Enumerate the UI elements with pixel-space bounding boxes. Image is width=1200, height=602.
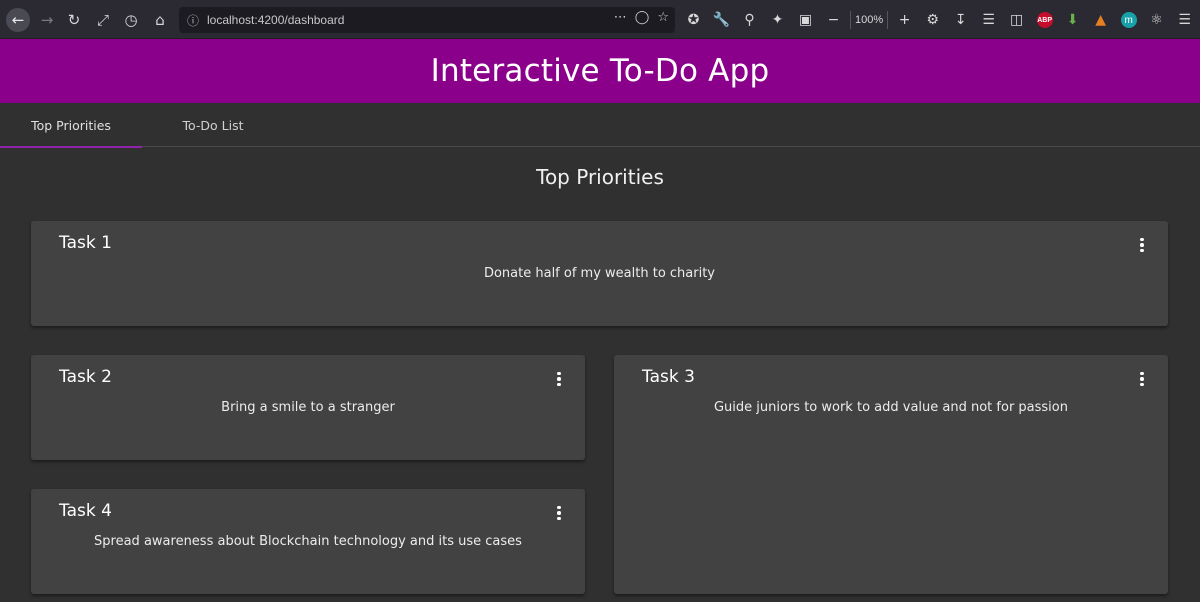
back-arrow-icon[interactable]: ←: [6, 8, 30, 32]
sidebar-icon[interactable]: ◫: [1005, 8, 1028, 32]
search-icon[interactable]: ⚲: [738, 8, 761, 32]
library-icon[interactable]: ☰: [977, 8, 1000, 32]
hamburger-menu-icon[interactable]: ☰: [1173, 8, 1196, 32]
abp-badge: ABP: [1036, 12, 1053, 28]
task-card: Task 2 Bring a smile to a stranger: [31, 355, 585, 460]
task-description: Spread awareness about Blockchain techno…: [94, 534, 522, 549]
task-card: Task 3 Guide juniors to work to add valu…: [614, 355, 1168, 594]
reload-icon[interactable]: ↻: [62, 8, 86, 32]
app-header: Interactive To-Do App: [0, 39, 1200, 103]
expand-icon[interactable]: ⤢: [91, 8, 115, 32]
section-title: Top Priorities: [536, 165, 664, 189]
clock-icon[interactable]: ◷: [119, 8, 143, 32]
more-vert-icon[interactable]: [551, 503, 567, 523]
wrench-icon[interactable]: 🔧: [710, 8, 733, 32]
info-icon[interactable]: ⓘ: [179, 12, 207, 29]
bookmarks-star-icon[interactable]: ✪: [682, 8, 705, 32]
download-icon[interactable]: ↧: [949, 8, 972, 32]
task-title: Task 2: [59, 367, 112, 387]
more-vert-icon[interactable]: [1134, 235, 1150, 255]
task-card: Task 4 Spread awareness about Blockchain…: [31, 489, 585, 594]
fox-extension-icon[interactable]: ▲: [1089, 8, 1112, 32]
zoom-out-icon[interactable]: −: [822, 8, 845, 32]
url-text[interactable]: localhost:4200/dashboard: [207, 13, 344, 27]
settings-sun-icon[interactable]: ⚙: [921, 8, 944, 32]
more-vert-icon[interactable]: [1134, 369, 1150, 389]
tab-bar: Top Priorities To-Do List: [0, 103, 1200, 148]
task-description: Donate half of my wealth to charity: [483, 266, 716, 281]
task-card: Task 1 Donate half of my wealth to chari…: [31, 221, 1168, 326]
home-icon[interactable]: ⌂: [148, 8, 172, 32]
url-actions: ⋯ ◯ ☆: [614, 10, 669, 25]
m-badge: m: [1120, 12, 1137, 28]
zoom-level[interactable]: 100%: [850, 11, 889, 29]
browser-toolbar: ← → ↻ ⤢ ◷ ⌂ ⓘ localhost:4200/dashboard ⋯…: [0, 0, 1200, 39]
toolbar-icons: ✪ 🔧 ⚲ ✦ ▣ − 100% + ⚙ ↧ ☰ ◫ ABP ⬇ ▲ m ⚛ ☰: [682, 8, 1196, 32]
task-title: Task 4: [59, 501, 112, 521]
url-bar[interactable]: ⓘ localhost:4200/dashboard ⋯ ◯ ☆: [179, 7, 675, 33]
bookmark-star-icon[interactable]: ☆: [657, 10, 669, 25]
react-extension-icon[interactable]: ⚛: [1145, 8, 1168, 32]
abp-extension-icon[interactable]: ABP: [1033, 8, 1056, 32]
pocket-icon[interactable]: ◯: [635, 10, 650, 25]
task-description: Bring a smile to a stranger: [221, 400, 395, 415]
task-title: Task 3: [642, 367, 695, 387]
puzzle-icon[interactable]: ✦: [766, 8, 789, 32]
more-vert-icon[interactable]: [551, 369, 567, 389]
forward-arrow-icon[interactable]: →: [35, 8, 59, 32]
more-actions-icon[interactable]: ⋯: [614, 10, 627, 25]
screenshot-icon[interactable]: ▣: [794, 8, 817, 32]
tab-todo-list[interactable]: To-Do List: [142, 103, 284, 147]
task-description: Guide juniors to work to add value and n…: [713, 400, 1068, 415]
task-title: Task 1: [59, 233, 112, 253]
tab-top-priorities[interactable]: Top Priorities: [0, 103, 142, 148]
m-extension-icon[interactable]: m: [1117, 8, 1140, 32]
zoom-in-icon[interactable]: +: [893, 8, 916, 32]
download-arrow-extension-icon[interactable]: ⬇: [1061, 8, 1084, 32]
app-title: Interactive To-Do App: [430, 53, 770, 89]
